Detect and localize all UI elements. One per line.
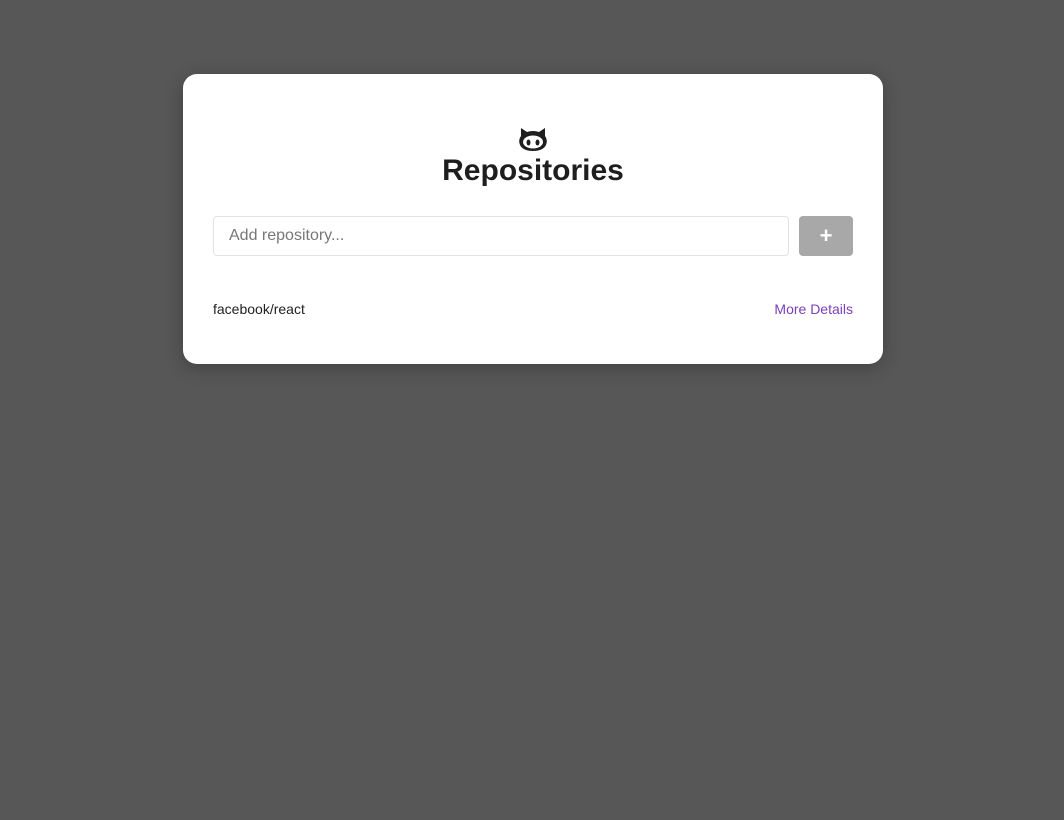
header: Repositories — [213, 74, 853, 188]
repository-input[interactable] — [213, 216, 789, 256]
github-octocat-icon — [519, 128, 547, 151]
repository-name: facebook/react — [213, 301, 305, 317]
more-details-link[interactable]: More Details — [774, 301, 853, 317]
repositories-card: Repositories + facebook/react More Detai… — [183, 74, 883, 364]
page-title: Repositories — [442, 154, 624, 187]
add-repository-button[interactable]: + — [799, 216, 853, 256]
list-item: facebook/react More Details — [213, 290, 853, 328]
add-repository-form: + — [213, 216, 853, 256]
repository-list: facebook/react More Details — [213, 290, 853, 328]
